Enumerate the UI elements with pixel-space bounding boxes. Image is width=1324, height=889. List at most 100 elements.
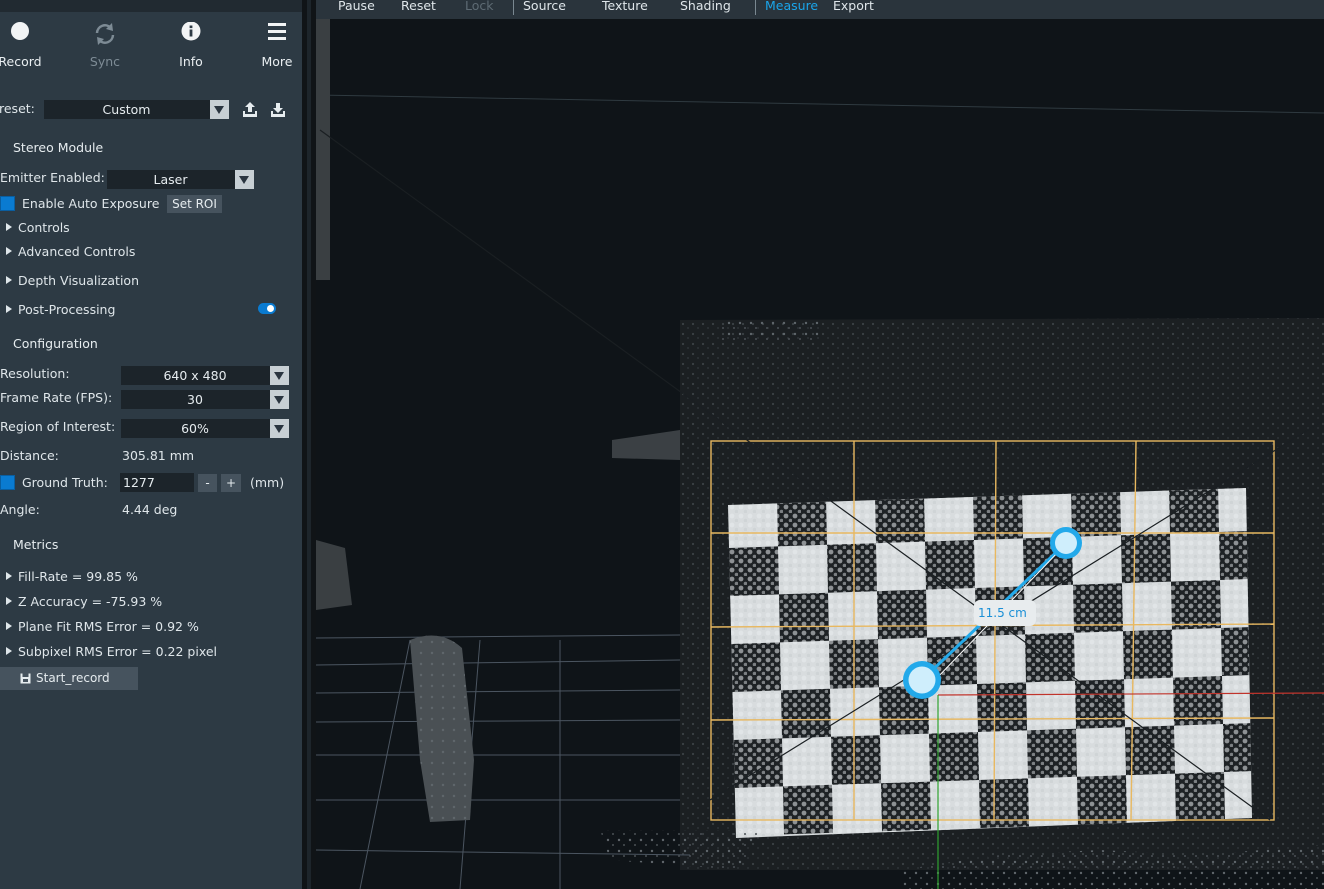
shading-menu-item[interactable]: Shading bbox=[680, 0, 731, 13]
depth-visualization-tree-item[interactable]: Depth Visualization bbox=[6, 273, 139, 288]
splitter-grip bbox=[307, 0, 311, 889]
expand-triangle-icon bbox=[6, 622, 12, 630]
measure-point-a[interactable] bbox=[1050, 527, 1082, 559]
menu-separator bbox=[755, 0, 756, 15]
advanced-controls-label: Advanced Controls bbox=[18, 244, 136, 259]
measure-menu-item[interactable]: Measure bbox=[765, 0, 818, 13]
ground-truth-unit: (mm) bbox=[250, 475, 285, 490]
expand-triangle-icon bbox=[6, 247, 12, 255]
panel-top-strip bbox=[0, 0, 302, 12]
record-button[interactable]: Record bbox=[0, 18, 55, 74]
expand-triangle-icon bbox=[6, 223, 12, 231]
depth-visualization-label: Depth Visualization bbox=[18, 273, 140, 288]
post-processing-label: Post-Processing bbox=[18, 302, 116, 317]
resolution-select[interactable]: 640 x 480 bbox=[121, 366, 289, 385]
metric-subpixel-label: Subpixel RMS Error = 0.22 pixel bbox=[18, 644, 218, 659]
record-label: Record bbox=[0, 54, 42, 69]
reset-menu-item[interactable]: Reset bbox=[401, 0, 436, 13]
fps-select[interactable]: 30 bbox=[121, 390, 289, 409]
ground-truth-checkbox[interactable] bbox=[0, 475, 15, 490]
export-menu-item[interactable]: Export bbox=[833, 0, 874, 13]
expand-triangle-icon bbox=[6, 305, 12, 313]
download-icon[interactable] bbox=[270, 101, 286, 119]
start-record-label: Start_record bbox=[36, 671, 110, 685]
metric-subpixel[interactable]: Subpixel RMS Error = 0.22 pixel bbox=[6, 644, 217, 659]
more-button[interactable]: More bbox=[242, 18, 302, 74]
fps-value: 30 bbox=[187, 392, 203, 407]
pointcloud-edge-left bbox=[316, 19, 330, 280]
3d-pointcloud-viewport[interactable]: 11.5 cm bbox=[316, 19, 1324, 889]
roi-select[interactable]: 60% bbox=[121, 419, 289, 438]
post-processing-toggle[interactable] bbox=[258, 303, 276, 315]
measure-point-b[interactable] bbox=[903, 661, 941, 699]
preset-value: Custom bbox=[102, 102, 151, 117]
chevron-down-icon bbox=[270, 390, 289, 409]
metrics-header: Metrics bbox=[13, 537, 59, 552]
ground-truth-input[interactable]: 1277 bbox=[120, 473, 194, 492]
info-button[interactable]: Info bbox=[156, 18, 226, 74]
measure-label-text: 11.5 cm bbox=[978, 606, 1027, 620]
info-icon bbox=[181, 22, 201, 41]
resolution-label: Resolution: bbox=[0, 366, 70, 381]
viewer-menu-bar: Pause Reset Lock Source Texture Shading … bbox=[316, 0, 1324, 19]
roi-label: Region of Interest: bbox=[0, 419, 116, 434]
chevron-down-icon bbox=[270, 366, 289, 385]
distance-value: 305.81 mm bbox=[122, 448, 195, 463]
measure-label: 11.5 cm bbox=[974, 600, 1036, 626]
texture-menu-item[interactable]: Texture bbox=[602, 0, 648, 13]
sync-label: Sync bbox=[89, 54, 121, 69]
ground-truth-label: Ground Truth: bbox=[22, 475, 108, 490]
auto-exposure-checkbox[interactable] bbox=[0, 196, 15, 211]
angle-label: Angle: bbox=[0, 502, 40, 517]
chevron-down-icon bbox=[235, 170, 254, 189]
emitter-label: Emitter Enabled: bbox=[0, 170, 105, 185]
stereo-module-header[interactable]: Stereo Module bbox=[13, 140, 103, 155]
metric-plane-fit-label: Plane Fit RMS Error = 0.92 % bbox=[18, 619, 199, 634]
sync-icon bbox=[95, 23, 115, 45]
ground-truth-increment-button[interactable]: + bbox=[221, 474, 241, 492]
record-icon bbox=[11, 22, 29, 40]
preset-select[interactable]: Custom bbox=[44, 100, 229, 119]
fps-label: Frame Rate (FPS): bbox=[0, 390, 113, 405]
chevron-down-icon bbox=[210, 100, 229, 119]
expand-triangle-icon bbox=[6, 572, 12, 580]
configuration-header: Configuration bbox=[13, 336, 98, 351]
save-icon bbox=[20, 673, 31, 684]
preset-label: reset: bbox=[0, 101, 35, 116]
ground-truth-decrement-button[interactable]: - bbox=[198, 474, 217, 492]
angle-value: 4.44 deg bbox=[122, 502, 178, 517]
controls-label: Controls bbox=[18, 220, 70, 235]
resolution-value: 640 x 480 bbox=[163, 368, 227, 383]
panel-splitter[interactable] bbox=[302, 0, 316, 889]
lock-menu-item[interactable]: Lock bbox=[465, 0, 494, 13]
top-edge-points bbox=[720, 318, 820, 340]
source-menu-item[interactable]: Source bbox=[523, 0, 566, 13]
metric-z-accuracy[interactable]: Z Accuracy = -75.93 % bbox=[6, 594, 162, 609]
roi-value: 60% bbox=[181, 421, 209, 436]
more-label: More bbox=[261, 54, 293, 69]
distance-label: Distance: bbox=[0, 448, 59, 463]
upload-icon[interactable] bbox=[242, 101, 258, 119]
metric-fill-rate-label: Fill-Rate = 99.85 % bbox=[18, 569, 138, 584]
expand-triangle-icon bbox=[6, 597, 12, 605]
emitter-value: Laser bbox=[153, 172, 188, 187]
start-record-button[interactable]: Start_record bbox=[0, 667, 138, 690]
pause-menu-item[interactable]: Pause bbox=[338, 0, 375, 13]
metric-fill-rate[interactable]: Fill-Rate = 99.85 % bbox=[6, 569, 138, 584]
set-roi-button[interactable]: Set ROI bbox=[167, 195, 222, 213]
chevron-down-icon bbox=[270, 419, 289, 438]
checkerboard-points bbox=[728, 488, 1252, 838]
pointcloud-canvas[interactable]: 11.5 cm bbox=[316, 19, 1324, 889]
hamburger-icon bbox=[268, 23, 286, 40]
menu-separator bbox=[513, 0, 514, 15]
sync-button[interactable]: Sync bbox=[70, 18, 140, 74]
advanced-controls-tree-item[interactable]: Advanced Controls bbox=[6, 244, 135, 259]
metric-plane-fit[interactable]: Plane Fit RMS Error = 0.92 % bbox=[6, 619, 199, 634]
control-panel: Record Sync Info More reset: Custom Ster… bbox=[0, 0, 302, 889]
metric-z-accuracy-label: Z Accuracy = -75.93 % bbox=[18, 594, 163, 609]
info-label: Info bbox=[179, 54, 203, 69]
post-processing-tree-item[interactable]: Post-Processing bbox=[6, 302, 115, 317]
emitter-select[interactable]: Laser bbox=[107, 170, 254, 189]
controls-tree-item[interactable]: Controls bbox=[6, 220, 70, 235]
auto-exposure-label: Enable Auto Exposure bbox=[22, 196, 160, 211]
